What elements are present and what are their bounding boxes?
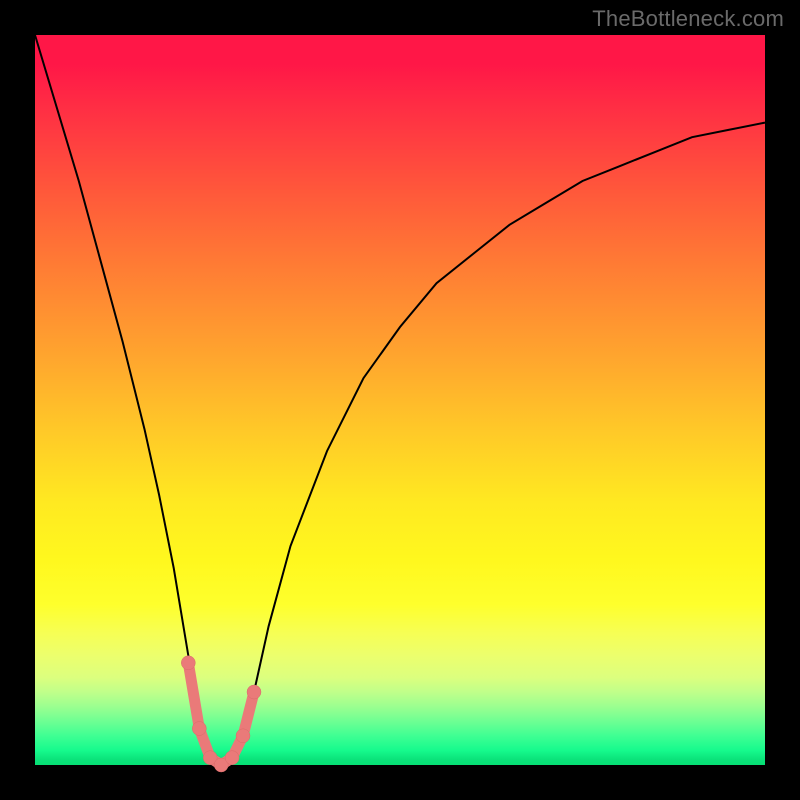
highlight-marker [181,656,195,670]
highlight-markers [181,656,261,772]
chart-svg [35,35,765,765]
highlight-marker [247,685,261,699]
highlight-marker-stroke [188,663,254,765]
highlight-marker [236,729,250,743]
highlight-marker [225,751,239,765]
chart-frame: TheBottleneck.com [0,0,800,800]
highlight-marker [192,722,206,736]
watermark-label: TheBottleneck.com [592,6,784,32]
bottleneck-curve [35,35,765,765]
